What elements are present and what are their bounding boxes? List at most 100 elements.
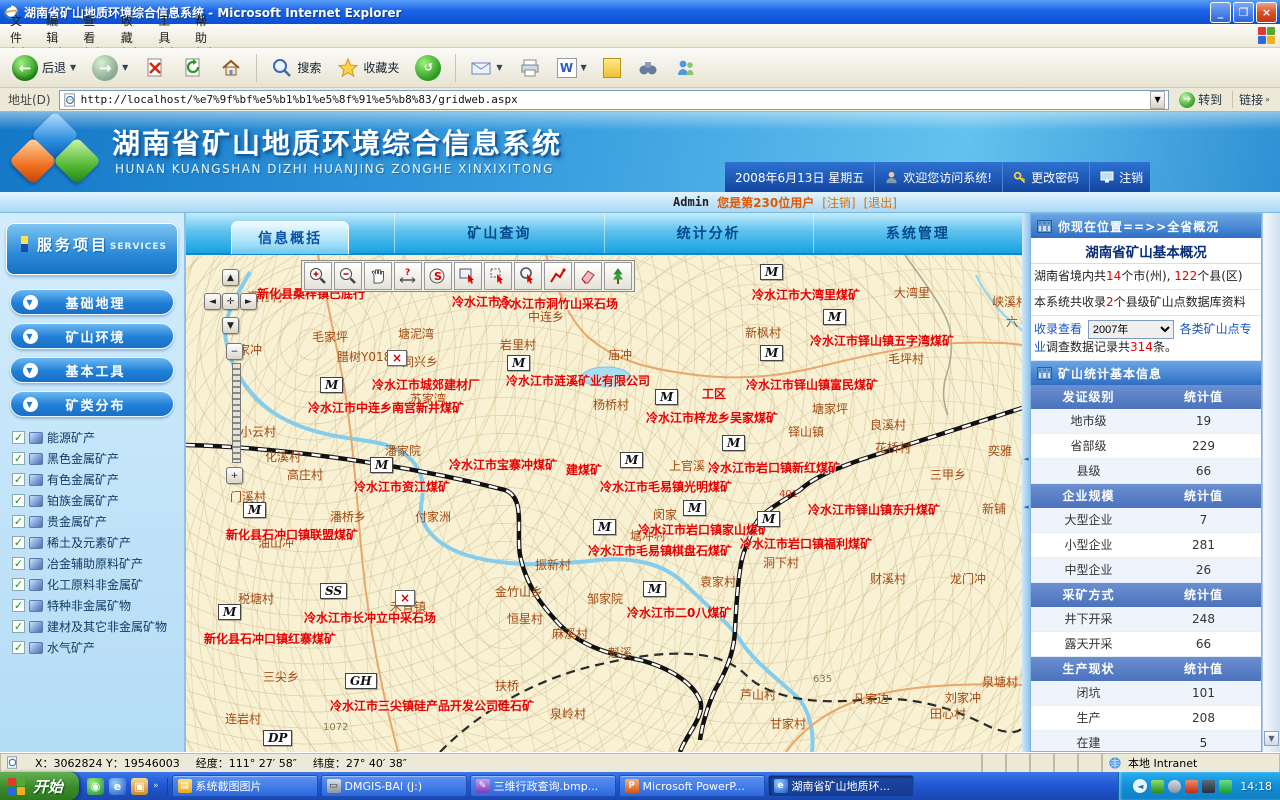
mine-marker-m[interactable]: M: [655, 389, 678, 405]
zoom-slider-track[interactable]: [232, 363, 241, 463]
pan-up-button[interactable]: ▲: [222, 269, 239, 286]
mine-marker-m[interactable]: M: [722, 435, 745, 451]
sidebar-button-1[interactable]: ▼基础地理: [10, 289, 174, 315]
sidebar-button-3[interactable]: ▼基本工具: [10, 357, 174, 383]
network-tray-icon[interactable]: [1219, 780, 1232, 793]
logout-button[interactable]: 注销: [1090, 162, 1153, 192]
pan-down-button[interactable]: ▼: [222, 317, 239, 334]
layer-checkbox[interactable]: ✓: [12, 620, 25, 633]
mine-marker-gh[interactable]: GH: [345, 673, 377, 689]
task-button-5[interactable]: e湖南省矿山地质环...: [768, 775, 914, 797]
mail-dropdown-icon[interactable]: ▼: [496, 63, 502, 72]
layer-checkbox[interactable]: ✓: [12, 494, 25, 507]
scroll-down-icon[interactable]: ▼: [1264, 731, 1279, 746]
address-input[interactable]: [81, 93, 1146, 106]
task-button-3[interactable]: ✎三维行政查询.bmp...: [470, 775, 616, 797]
mine-marker-m[interactable]: M: [620, 452, 643, 468]
address-dropdown-icon[interactable]: ▼: [1150, 91, 1165, 109]
layer-checkbox[interactable]: ✓: [12, 536, 25, 549]
volume-tray-icon[interactable]: [1168, 780, 1181, 793]
zoom-in-slider-button[interactable]: +: [226, 467, 243, 484]
layer-checkbox[interactable]: ✓: [12, 452, 25, 465]
tab-2[interactable]: 矿山查询: [395, 213, 604, 253]
task-button-1[interactable]: ▤系统截图图片: [172, 775, 318, 797]
print-button[interactable]: [513, 54, 547, 82]
zoom-in-tool-button[interactable]: [304, 262, 332, 290]
edit-dropdown-icon[interactable]: ▼: [581, 63, 587, 72]
mine-marker-m[interactable]: M: [757, 511, 780, 527]
pan-tool-button[interactable]: [364, 262, 392, 290]
security-shield-icon[interactable]: [1185, 780, 1198, 793]
layer-checkbox[interactable]: ✓: [12, 578, 25, 591]
pan-center-button[interactable]: ✛: [222, 293, 239, 310]
zoom-out-tool-button[interactable]: [334, 262, 362, 290]
tab-1[interactable]: 信息概括: [186, 213, 395, 253]
mine-marker-dp[interactable]: DP: [263, 730, 292, 746]
tray-chevron-icon[interactable]: ◄: [1133, 779, 1147, 793]
mine-marker-m[interactable]: M: [823, 309, 846, 325]
measure-tool-button[interactable]: ?: [394, 262, 422, 290]
mine-closed-marker[interactable]: ×: [395, 590, 415, 606]
back-dropdown-icon[interactable]: ▼: [70, 63, 76, 72]
zoom-rect-tool-button[interactable]: [484, 262, 512, 290]
pan-right-button[interactable]: ►: [240, 293, 257, 310]
close-button[interactable]: ×: [1256, 2, 1277, 23]
task-button-4[interactable]: PMicrosoft PowerP...: [619, 775, 765, 797]
mail-button[interactable]: ▼: [464, 54, 508, 82]
map-canvas[interactable]: ?S ▲ ◄ ✛ ► ▼ − + 满竹村中连乡毛家坪塘泥湾腊树Y018廖家冲同兴…: [186, 255, 1022, 752]
pan-left-button[interactable]: ◄: [204, 293, 221, 310]
forest-tool-button[interactable]: [604, 262, 632, 290]
show-desktop-icon[interactable]: ▣: [131, 778, 148, 795]
eraser-tool-button[interactable]: [574, 262, 602, 290]
layer-checkbox[interactable]: ✓: [12, 473, 25, 486]
home-button[interactable]: [214, 54, 248, 82]
year-select[interactable]: 2007年: [1088, 320, 1174, 339]
mine-marker-m[interactable]: M: [593, 519, 616, 535]
mine-marker-m[interactable]: M: [507, 355, 530, 371]
change-password-button[interactable]: 更改密码: [1003, 162, 1090, 192]
antivirus-tray-icon[interactable]: [1151, 780, 1164, 793]
quick-launch-chevron-icon[interactable]: »: [153, 781, 159, 791]
display-tray-icon[interactable]: [1202, 780, 1215, 793]
ie-quick-icon[interactable]: e: [109, 778, 126, 795]
panel-splitter[interactable]: ◄◄: [1022, 213, 1030, 752]
media-player-icon[interactable]: ◉: [87, 778, 104, 795]
discuss-button[interactable]: [631, 54, 665, 82]
mine-marker-m[interactable]: M: [370, 457, 393, 473]
search-button[interactable]: 搜索: [265, 54, 327, 82]
layer-checkbox[interactable]: ✓: [12, 641, 25, 654]
draw-line-tool-button[interactable]: [544, 262, 572, 290]
mine-closed-marker[interactable]: ×: [387, 350, 407, 366]
mine-marker-m[interactable]: M: [320, 377, 343, 393]
zoom-out-slider-button[interactable]: −: [226, 343, 243, 360]
mine-marker-m[interactable]: M: [760, 345, 783, 361]
refresh-button[interactable]: [176, 54, 210, 82]
select-s-tool-button[interactable]: S: [424, 262, 452, 290]
favorites-button[interactable]: 收藏夹: [331, 54, 405, 82]
stop-button[interactable]: [138, 54, 172, 82]
tab-4[interactable]: 系统管理: [814, 213, 1022, 253]
logout-link[interactable]: [注销]: [822, 194, 855, 211]
sidebar-button-2[interactable]: ▼矿山环境: [10, 323, 174, 349]
mine-marker-m[interactable]: M: [218, 604, 241, 620]
page-scrollbar[interactable]: ▼: [1262, 213, 1280, 752]
links-button[interactable]: 链接»: [1232, 91, 1276, 108]
history-button[interactable]: ↺: [409, 52, 447, 84]
exit-link[interactable]: [退出]: [864, 194, 897, 211]
mine-marker-ss[interactable]: SS: [320, 583, 347, 599]
minimize-button[interactable]: _: [1210, 2, 1231, 23]
mine-marker-m[interactable]: M: [683, 500, 706, 516]
select-rect-tool-button[interactable]: [454, 262, 482, 290]
collect-view-link[interactable]: 收录查看: [1034, 322, 1082, 336]
messenger-button[interactable]: [669, 54, 703, 82]
layer-checkbox[interactable]: ✓: [12, 599, 25, 612]
maximize-button[interactable]: ❐: [1233, 2, 1254, 23]
layer-checkbox[interactable]: ✓: [12, 557, 25, 570]
back-button[interactable]: ←后退▼: [6, 52, 82, 84]
task-button-2[interactable]: ▭DMGIS-BAI (J:): [321, 775, 467, 797]
forward-dropdown-icon[interactable]: ▼: [122, 63, 128, 72]
select-circle-tool-button[interactable]: [514, 262, 542, 290]
notes-button[interactable]: [597, 55, 627, 81]
mine-marker-m[interactable]: M: [243, 502, 266, 518]
mine-marker-m[interactable]: M: [760, 264, 783, 280]
